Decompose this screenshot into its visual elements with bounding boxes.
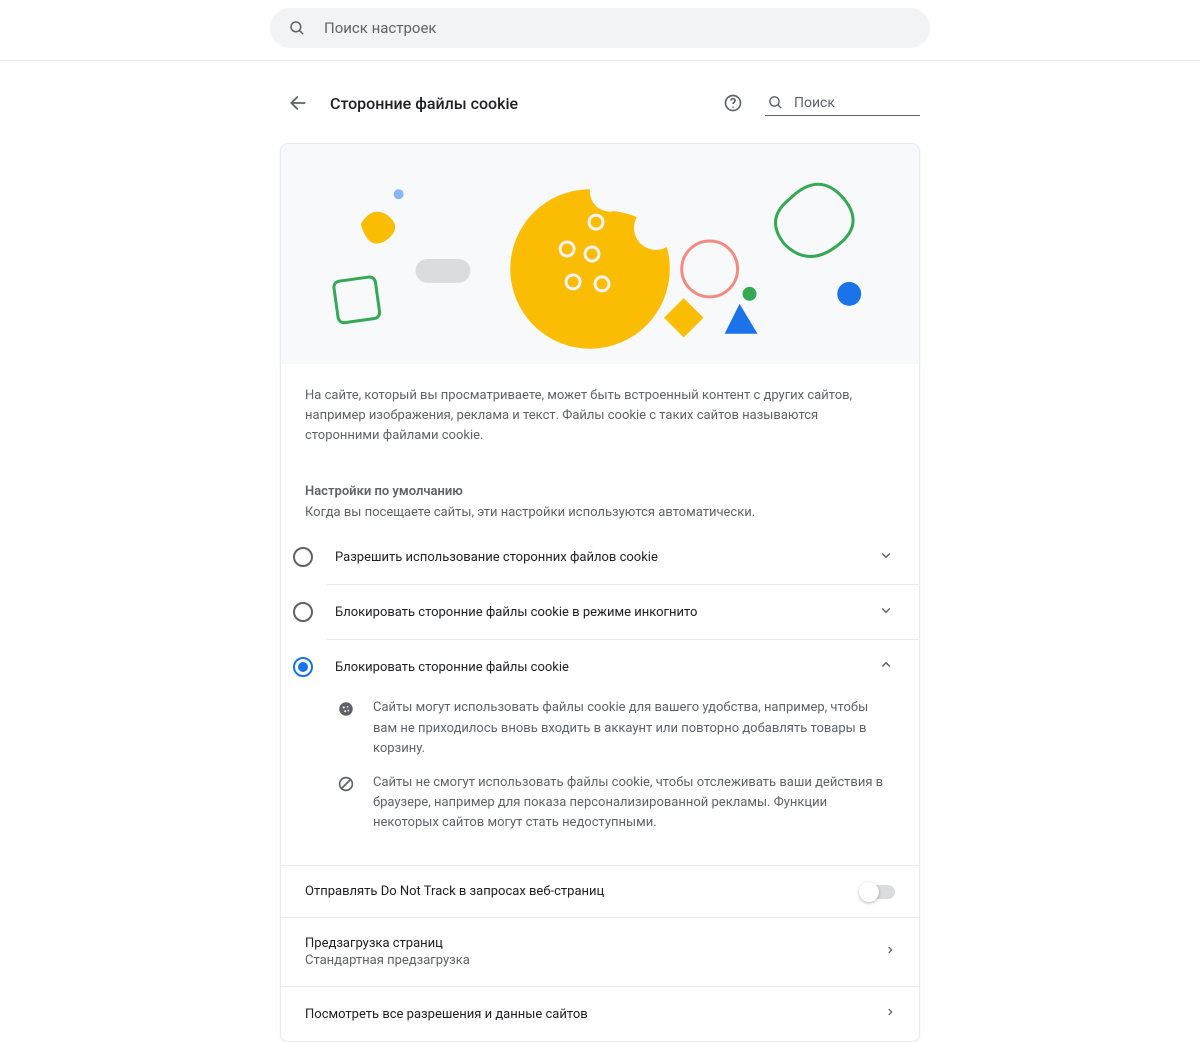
option-allow-third-party[interactable]: Разрешить использование сторонних файлов…: [327, 530, 919, 584]
option-expanded-details: Сайты могут использовать файлы cookie дл…: [281, 694, 919, 865]
settings-top-search-bar: Поиск настроек: [0, 0, 1200, 61]
toggle-off[interactable]: [861, 885, 895, 899]
radio-unselected[interactable]: [293, 547, 313, 567]
all-site-permissions-row[interactable]: Посмотреть все разрешения и данные сайто…: [281, 986, 919, 1041]
detail-text: Сайты не смогут использовать файлы cooki…: [373, 773, 895, 833]
chevron-right-icon: [885, 1005, 895, 1023]
row-label: Отправлять Do Not Track в запросах веб-с…: [305, 884, 861, 899]
do-not-track-row[interactable]: Отправлять Do Not Track в запросах веб-с…: [281, 865, 919, 917]
page-title: Сторонние файлы cookie: [330, 94, 701, 113]
chevron-down-icon[interactable]: [877, 601, 895, 623]
option-block-third-party[interactable]: Блокировать сторонние файлы cookie: [327, 639, 919, 694]
row-sublabel: Стандартная предзагрузка: [305, 953, 885, 968]
cookie-icon: [337, 698, 357, 758]
page-search-input[interactable]: Поиск: [765, 90, 920, 116]
page-header: Сторонние файлы cookie Поиск: [280, 79, 920, 127]
search-icon: [288, 19, 306, 37]
row-label: Посмотреть все разрешения и данные сайто…: [305, 1007, 885, 1022]
help-button[interactable]: [715, 85, 751, 121]
chevron-right-icon: [885, 943, 895, 961]
row-label: Предзагрузка страниц: [305, 936, 885, 951]
radio-unselected[interactable]: [293, 602, 313, 622]
hero-illustration: [281, 144, 919, 364]
detail-text: Сайты могут использовать файлы cookie дл…: [373, 698, 895, 758]
option-block-incognito[interactable]: Блокировать сторонние файлы cookie в реж…: [327, 584, 919, 639]
defaults-sub: Когда вы посещаете сайты, эти настройки …: [281, 505, 919, 530]
radio-selected[interactable]: [293, 657, 313, 677]
settings-card: На сайте, который вы просматриваете, мож…: [280, 143, 920, 1042]
settings-search-input[interactable]: Поиск настроек: [270, 8, 930, 48]
chevron-up-icon[interactable]: [877, 656, 895, 678]
option-label: Блокировать сторонние файлы cookie в реж…: [335, 605, 877, 620]
help-icon: [723, 93, 743, 113]
search-icon: [767, 94, 784, 111]
preload-pages-row[interactable]: Предзагрузка страниц Стандартная предзаг…: [281, 917, 919, 986]
option-label: Разрешить использование сторонних файлов…: [335, 550, 877, 565]
page-search-placeholder: Поиск: [794, 95, 835, 111]
intro-text: На сайте, который вы просматриваете, мож…: [281, 364, 919, 454]
chevron-down-icon[interactable]: [877, 546, 895, 568]
back-button[interactable]: [280, 85, 316, 121]
settings-search-placeholder: Поиск настроек: [324, 19, 437, 37]
block-icon: [337, 773, 357, 833]
defaults-label: Настройки по умолчанию: [281, 454, 919, 505]
option-label: Блокировать сторонние файлы cookie: [335, 660, 877, 675]
arrow-left-icon: [288, 93, 308, 113]
